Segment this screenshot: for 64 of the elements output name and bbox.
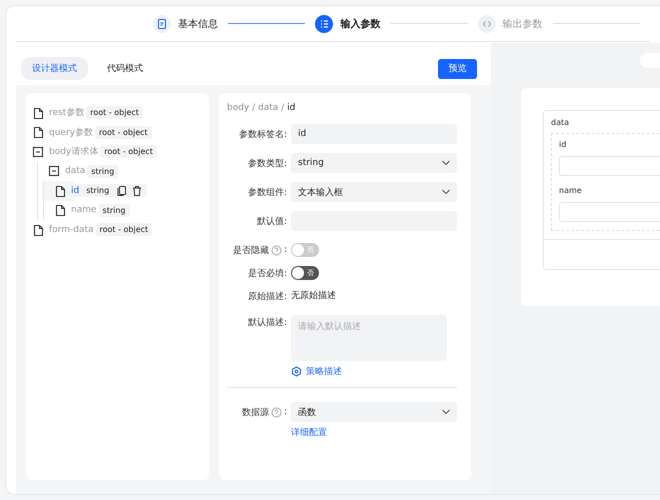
field-label: 是否必填:	[248, 268, 287, 280]
hexagon-icon	[291, 366, 302, 377]
field-label: id	[559, 140, 568, 149]
step-code-badge[interactable]	[478, 14, 496, 32]
input-field[interactable]	[559, 156, 660, 176]
tree-item[interactable]: data string	[65, 164, 118, 178]
select-field[interactable]: string	[291, 153, 457, 173]
input-field[interactable]: id	[291, 124, 457, 144]
step-label[interactable]: 基本信息	[178, 16, 218, 30]
colon-label: :	[284, 407, 287, 417]
input-field[interactable]	[559, 202, 660, 222]
type-tag: root - object	[100, 145, 157, 158]
copy-icon[interactable]	[116, 184, 128, 197]
item-label: body请求体	[49, 146, 98, 158]
type-tag: string	[98, 204, 130, 217]
field-label: 原始描述:	[248, 290, 287, 302]
item-label: name	[71, 205, 97, 216]
field-label: 参数标签名:	[238, 128, 287, 140]
link[interactable]: 详细配置	[291, 426, 327, 439]
breadcrumb: body / data / id	[227, 103, 296, 113]
file-icon	[54, 184, 66, 197]
tree-item[interactable]: name string	[71, 204, 130, 217]
field-label: 默认描述:	[248, 316, 287, 328]
document-icon	[155, 16, 169, 30]
tree-item[interactable]: rest参数 root - object	[49, 106, 143, 120]
field-label: 参数类型:	[248, 158, 287, 170]
link[interactable]: 策略描述	[291, 365, 342, 378]
item-label: id	[71, 186, 80, 196]
type-tag: root - object	[96, 223, 152, 236]
type-tag: root - object	[86, 106, 143, 120]
field-label: 参数组件:	[248, 186, 287, 198]
item-label: query参数	[49, 126, 93, 139]
file-icon	[32, 106, 44, 119]
item-label: data	[65, 166, 86, 176]
field-label: 数据源	[242, 406, 269, 418]
step-document-badge[interactable]	[153, 14, 171, 32]
collapse-icon[interactable]	[48, 165, 60, 178]
collapse-icon[interactable]	[32, 146, 44, 158]
group-label: data	[550, 117, 570, 129]
field-label: name	[559, 186, 583, 195]
select-field[interactable]: 文本输入框	[291, 182, 457, 202]
textarea-field[interactable]: 请输入默认描述	[291, 315, 447, 361]
colon-label: :	[284, 245, 287, 255]
mode-tab[interactable]: 代码模式	[96, 57, 154, 80]
delete-icon[interactable]	[131, 184, 144, 197]
file-icon	[32, 224, 44, 236]
field-value: 无原始描述	[291, 290, 336, 303]
field-label: 是否隐藏	[232, 244, 269, 256]
select-field[interactable]: 函数	[291, 402, 457, 422]
item-label: rest参数	[49, 106, 84, 120]
preview-button[interactable]: 预览	[438, 58, 477, 78]
file-icon	[32, 126, 44, 138]
file-icon	[54, 204, 66, 216]
type-tag: string	[87, 164, 118, 178]
tree-item[interactable]: query参数 root - object	[49, 126, 152, 139]
tree-item[interactable]: form-data root - object	[49, 223, 152, 236]
mode-tab[interactable]: 设计器模式	[21, 57, 88, 80]
item-label: form-data	[49, 224, 94, 235]
tree-item[interactable]: body请求体 root - object	[49, 145, 157, 158]
tree-item[interactable]: id string	[71, 184, 148, 198]
type-tag: root - object	[94, 126, 152, 139]
field-label: 默认值:	[256, 216, 287, 228]
step-list-badge[interactable]	[315, 14, 334, 32]
step-label[interactable]: 输入参数	[340, 16, 380, 30]
